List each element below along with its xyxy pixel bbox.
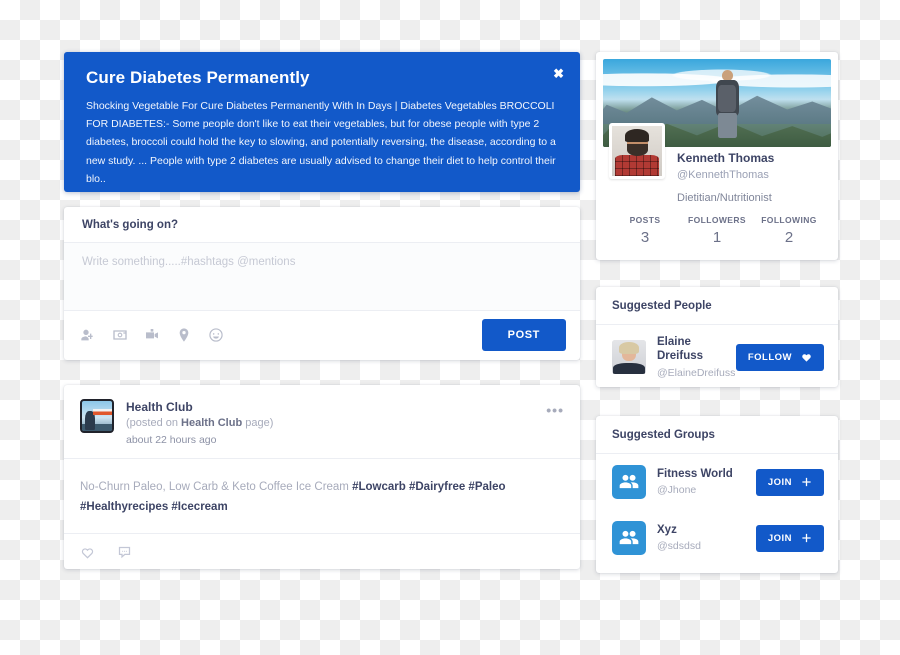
group-name[interactable]: Fitness World (657, 468, 733, 482)
stat-followers[interactable]: FOLLOWERS 1 (681, 215, 753, 246)
avatar[interactable] (612, 340, 646, 375)
stat-label: FOLLOWING (761, 215, 817, 226)
list-item: Elaine Dreifuss @ElaineDreifuss FOLLOW (596, 325, 838, 390)
stat-value: 2 (784, 229, 794, 247)
avatar[interactable] (609, 123, 665, 179)
suggested-groups-heading: Suggested Groups (596, 416, 838, 454)
list-item: Fitness World @Jhone JOIN (596, 454, 838, 510)
posted-on-prefix: (posted on (126, 417, 182, 429)
post-author-name[interactable]: Health Club (126, 400, 273, 415)
stat-label: POSTS (629, 215, 661, 226)
group-handle: @Jhone (657, 484, 697, 497)
plus-icon (801, 477, 812, 488)
like-heart-icon[interactable] (80, 545, 95, 560)
photo-camera-icon[interactable] (112, 327, 128, 343)
post-card: Health Club (posted on Health Club page)… (64, 385, 580, 569)
stat-value: 1 (712, 229, 722, 247)
profile-identity: Kenneth Thomas @KennethThomas Dietitian/… (603, 123, 831, 204)
app-stage: Cure Diabetes Permanently Shocking Veget… (0, 0, 900, 655)
person-handle: @ElaineDreifuss (657, 366, 736, 379)
compose-attachment-icons (80, 327, 224, 343)
suggested-groups-card: Suggested Groups Fitness World @Jhone JO… (596, 416, 838, 573)
group-info: Xyz @sdsdsd (657, 524, 701, 553)
profile-info: Kenneth Thomas @KennethThomas Dietitian/… (665, 123, 774, 204)
post-timestamp: about 22 hours ago (126, 434, 217, 446)
suggested-people-heading: Suggested People (596, 287, 838, 325)
posted-on-page[interactable]: Health Club (181, 417, 242, 429)
promo-banner: Cure Diabetes Permanently Shocking Veget… (64, 52, 580, 192)
post-body: No-Churn Paleo, Low Carb & Keto Coffee I… (64, 459, 580, 535)
post-meta: Health Club (posted on Health Club page)… (126, 399, 273, 446)
join-button[interactable]: JOIN (755, 468, 824, 496)
follow-button[interactable]: FOLLOW (735, 343, 824, 371)
emoji-smiley-icon[interactable] (208, 327, 224, 343)
plus-icon (801, 533, 812, 544)
person-info: Elaine Dreifuss @ElaineDreifuss (657, 336, 736, 379)
list-item: Xyz @sdsdsd JOIN (596, 510, 838, 566)
profile-handle: @KennethThomas (677, 169, 769, 182)
compose-footer: POST (64, 311, 580, 359)
compose-card: What's going on? Write something.....#ha… (64, 207, 580, 360)
compose-heading: What's going on? (64, 207, 580, 243)
person-name[interactable]: Elaine Dreifuss (657, 336, 736, 364)
stat-posts[interactable]: POSTS 3 (609, 215, 681, 246)
post-header: Health Club (posted on Health Club page)… (64, 385, 580, 459)
promo-banner-body: Shocking Vegetable For Cure Diabetes Per… (86, 100, 556, 185)
post-actions (64, 534, 580, 571)
join-button-label: JOIN (767, 476, 792, 488)
compose-textarea[interactable]: Write something.....#hashtags @mentions (64, 243, 580, 311)
group-avatar-icon[interactable] (612, 521, 646, 555)
group-handle: @sdsdsd (657, 540, 701, 553)
video-camera-icon[interactable] (144, 327, 160, 343)
promo-banner-title: Cure Diabetes Permanently (86, 68, 310, 87)
stat-following[interactable]: FOLLOWING 2 (753, 215, 825, 246)
suggested-people-card: Suggested People Elaine Dreifuss @Elaine… (596, 287, 838, 387)
tag-people-icon[interactable] (80, 327, 96, 343)
post-button[interactable]: POST (481, 319, 566, 351)
stat-label: FOLLOWERS (688, 215, 746, 226)
join-button[interactable]: JOIN (755, 524, 824, 552)
group-info: Fitness World @Jhone (657, 468, 733, 497)
profile-name: Kenneth Thomas (677, 151, 775, 165)
post-text: No-Churn Paleo, Low Carb & Keto Coffee I… (80, 481, 353, 493)
close-icon[interactable]: ✖ (553, 67, 564, 80)
heart-icon (801, 352, 812, 363)
post-author-avatar[interactable] (80, 399, 114, 433)
group-name[interactable]: Xyz (657, 524, 701, 538)
stat-value: 3 (640, 229, 650, 247)
location-pin-icon[interactable] (176, 327, 192, 343)
compose-placeholder: Write something.....#hashtags @mentions (82, 256, 296, 268)
join-button-label: JOIN (767, 532, 792, 544)
post-options-icon[interactable]: ••• (546, 403, 564, 417)
group-avatar-icon[interactable] (612, 465, 646, 499)
profile-stats: POSTS 3 FOLLOWERS 1 FOLLOWING 2 (603, 204, 831, 250)
posted-on-suffix: page) (242, 417, 274, 429)
post-posted-on: (posted on Health Club page) (126, 417, 273, 429)
profile-role: Dietitian/Nutritionist (677, 192, 772, 205)
profile-card: Kenneth Thomas @KennethThomas Dietitian/… (596, 52, 838, 260)
comment-bubble-icon[interactable] (117, 545, 132, 560)
follow-button-label: FOLLOW (747, 351, 792, 363)
